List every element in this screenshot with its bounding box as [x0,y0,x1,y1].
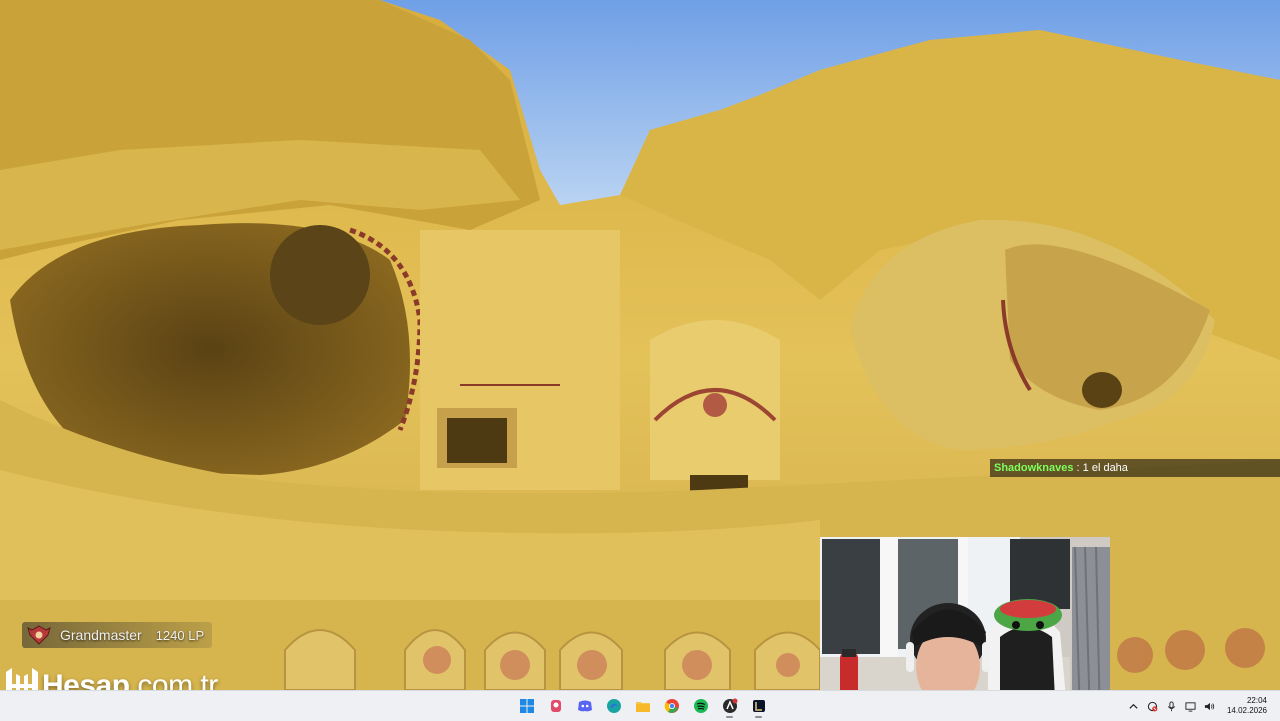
clock-time: 22:04 [1246,696,1267,705]
discord-icon[interactable] [570,694,599,718]
league-of-legends-icon[interactable] [744,694,773,718]
chrome-icon[interactable] [657,694,686,718]
file-explorer-icon[interactable] [628,694,657,718]
edge-icon[interactable] [599,694,628,718]
chat-username: Shadowknaves [994,462,1074,474]
game-launcher-icon[interactable] [541,694,570,718]
chat-message: Shadowknaves : 1 el daha [990,459,1280,477]
spotify-icon[interactable] [686,694,715,718]
display-icon[interactable] [1181,691,1200,721]
chevron-up-icon[interactable] [1124,691,1143,721]
chat-separator: : [1073,462,1083,474]
microphone-icon[interactable] [1162,691,1181,721]
volume-icon[interactable] [1200,691,1219,721]
riot-client-icon[interactable] [715,694,744,718]
chat-message-text: 1 el daha [1082,462,1128,474]
taskbar-app-list [512,694,773,718]
rank-tier: Grandmaster [60,627,142,643]
taskbar: 22:04 14.02.2026 [0,690,1280,721]
system-tray: 22:04 14.02.2026 [1124,691,1267,721]
rank-lp: 1240 LP [155,627,205,643]
clock-date: 14.02.2026 [1226,706,1267,715]
grandmaster-emblem-icon [27,625,51,645]
taskbar-clock[interactable]: 22:04 14.02.2026 [1225,696,1267,716]
network-blocked-icon[interactable] [1143,691,1162,721]
rank-badge: Grandmaster 1240 LP [22,622,213,648]
windows-start-icon[interactable] [512,694,541,718]
